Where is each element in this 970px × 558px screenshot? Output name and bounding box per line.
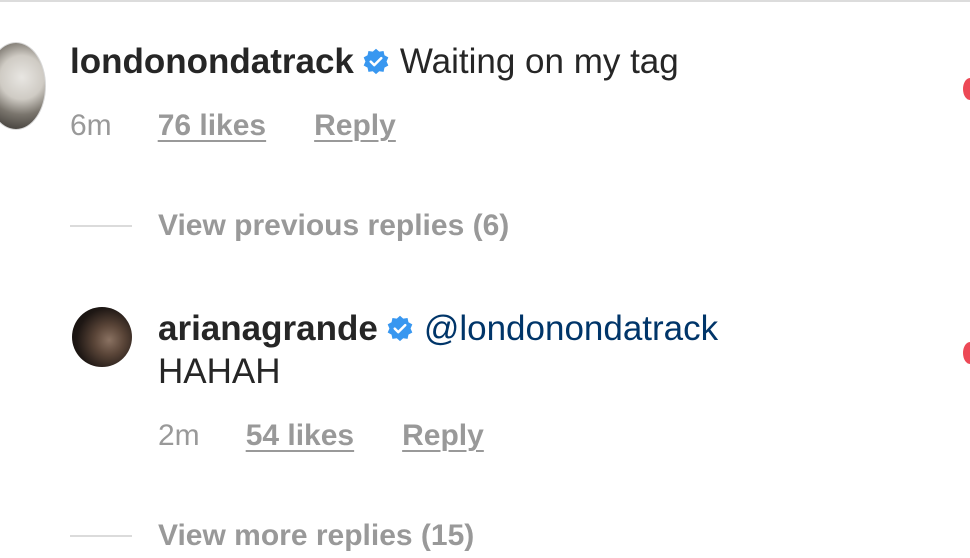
view-more-replies-button[interactable]: View more replies (15) — [158, 518, 474, 554]
reply-button[interactable]: Reply — [402, 419, 484, 452]
reply-button[interactable]: Reply — [314, 109, 396, 142]
comment-meta-arianagrande: 2m 54 likes Reply — [158, 418, 484, 454]
heart-icon[interactable] — [963, 342, 970, 364]
avatar-arianagrande[interactable] — [72, 307, 132, 367]
likes-link[interactable]: 54 likes — [246, 419, 354, 452]
view-previous-replies-button[interactable]: View previous replies (6) — [158, 208, 509, 244]
comment-arianagrande: arianagrande @londonondatrack — [158, 309, 718, 352]
likes-link[interactable]: 76 likes — [158, 109, 266, 142]
replies-divider-line — [70, 225, 132, 227]
comment-time: 6m — [70, 109, 112, 142]
heart-icon[interactable] — [963, 78, 970, 100]
top-divider — [0, 0, 970, 2]
replies-divider-line — [70, 535, 132, 537]
comments-screen: londonondatrack Waiting on my tag 6m 76 li… — [0, 0, 970, 558]
verified-badge-icon — [362, 45, 390, 85]
username-arianagrande[interactable]: arianagrande — [158, 309, 378, 348]
avatar-londonondatrack[interactable] — [0, 42, 46, 130]
username-londonondatrack[interactable]: londonondatrack — [70, 42, 354, 81]
comment-londonondatrack: londonondatrack Waiting on my tag — [70, 42, 679, 85]
comment-text-arianagrande: HAHAH — [158, 352, 281, 391]
mention-link[interactable]: @londonondatrack — [424, 309, 718, 348]
comment-meta-londonondatrack: 6m 76 likes Reply — [70, 108, 396, 144]
comment-time: 2m — [158, 419, 200, 452]
comment-text: Waiting on my tag — [399, 42, 679, 81]
verified-badge-icon — [386, 312, 414, 352]
